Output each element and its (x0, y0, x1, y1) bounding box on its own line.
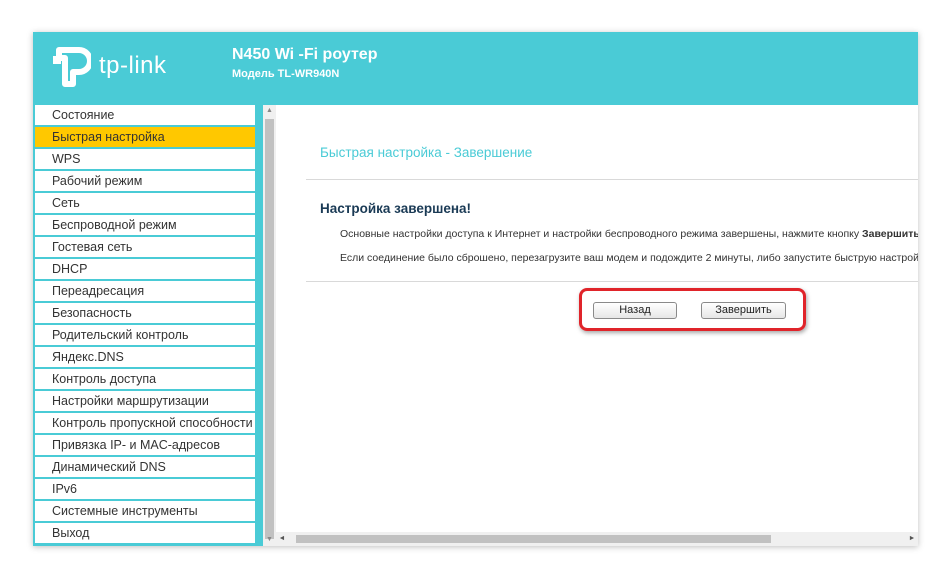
sidebar-item-access-control[interactable]: Контроль доступа (35, 369, 255, 389)
setup-complete-title: Настройка завершена! (320, 201, 472, 216)
sidebar-item-bandwidth-control[interactable]: Контроль пропускной способности (35, 413, 255, 433)
back-button[interactable]: Назад (593, 302, 677, 319)
sidebar-item-logout[interactable]: Выход (35, 523, 255, 543)
sidebar-item-yandex-dns[interactable]: Яндекс.DNS (35, 347, 255, 367)
section-title: Быстрая настройка - Завершение (320, 145, 533, 160)
product-title: N450 Wi -Fi роутер (232, 46, 378, 63)
sidebar-item-quick-setup[interactable]: Быстрая настройка (35, 127, 255, 147)
horizontal-scrollbar-thumb[interactable] (296, 535, 771, 543)
sidebar-menu: Состояние Быстрая настройка WPS Рабочий … (33, 105, 257, 546)
tp-link-logo-icon (53, 47, 91, 87)
product-model: Модель TL-WR940N (232, 68, 340, 80)
tp-link-logo: tp-link (51, 44, 201, 94)
scroll-right-arrow-icon[interactable]: ► (906, 532, 918, 546)
router-admin-window: tp-link N450 Wi -Fi роутер Модель TL-WR9… (33, 32, 918, 546)
sidebar-item-wireless[interactable]: Беспроводной режим (35, 215, 255, 235)
sidebar-item-dynamic-dns[interactable]: Динамический DNS (35, 457, 255, 477)
sidebar-item-wps[interactable]: WPS (35, 149, 255, 169)
info-text-prefix: Основные настройки доступа к Интернет и … (340, 228, 863, 240)
sidebar-item-operation-mode[interactable]: Рабочий режим (35, 171, 255, 191)
sidebar-item-dhcp[interactable]: DHCP (35, 259, 255, 279)
scroll-up-arrow-icon[interactable]: ▲ (263, 105, 276, 117)
sidebar-item-routing[interactable]: Настройки маршрутизации (35, 391, 255, 411)
sidebar-item-security[interactable]: Безопасность (35, 303, 255, 323)
scroll-left-arrow-icon[interactable]: ◄ (276, 532, 288, 546)
sidebar-item-status[interactable]: Состояние (35, 105, 255, 125)
sidebar-scrollbar[interactable]: ▲ ▼ (263, 105, 276, 546)
info-paragraph-2: Если соединение было сброшено, перезагру… (340, 252, 918, 264)
header: tp-link N450 Wi -Fi роутер Модель TL-WR9… (33, 32, 918, 105)
content-horizontal-scrollbar[interactable]: ◄ ► (276, 532, 918, 546)
sidebar-item-forwarding[interactable]: Переадресация (35, 281, 255, 301)
sidebar-item-guest-network[interactable]: Гостевая сеть (35, 237, 255, 257)
scroll-down-arrow-icon[interactable]: ▼ (263, 534, 276, 546)
finish-button[interactable]: Завершить (701, 302, 786, 319)
sidebar-scrollbar-thumb[interactable] (265, 119, 274, 539)
sidebar-item-ipv6[interactable]: IPv6 (35, 479, 255, 499)
logo-text: tp-link (99, 52, 167, 79)
info-paragraph-1: Основные настройки доступа к Интернет и … (340, 228, 918, 240)
sidebar-item-network[interactable]: Сеть (35, 193, 255, 213)
divider (306, 281, 918, 282)
divider (306, 179, 918, 180)
sidebar-item-system-tools[interactable]: Системные инструменты (35, 501, 255, 521)
sidebar-item-parental-control[interactable]: Родительский контроль (35, 325, 255, 345)
sidebar-item-ip-mac-binding[interactable]: Привязка IP- и MAC-адресов (35, 435, 255, 455)
info-text-bold: Завершить (862, 228, 918, 240)
main-content: Быстрая настройка - Завершение Настройка… (276, 105, 918, 546)
